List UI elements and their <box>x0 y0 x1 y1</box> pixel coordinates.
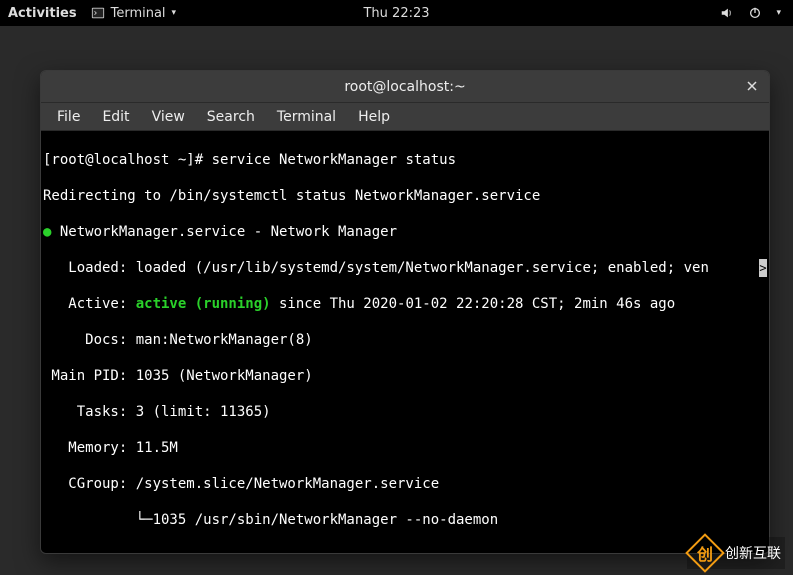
menu-view[interactable]: View <box>142 106 195 128</box>
menu-edit[interactable]: Edit <box>92 106 139 128</box>
output-line: Docs: man:NetworkManager(8) <box>43 331 767 349</box>
output-line: Main PID: 1035 (NetworkManager) <box>43 367 767 385</box>
output-line: since Thu 2020-01-02 22:20:28 CST; 2min … <box>271 296 676 312</box>
output-line: Redirecting to /bin/systemctl status Net… <box>43 187 767 205</box>
output-line: NetworkManager.service - Network Manager <box>60 224 397 240</box>
menu-help[interactable]: Help <box>348 106 400 128</box>
shell-prompt: [root@localhost ~]# <box>43 152 212 168</box>
active-status: active (running) <box>136 296 271 312</box>
output-line <box>43 547 767 554</box>
status-dot-icon: ● <box>43 224 60 240</box>
window-titlebar[interactable]: root@localhost:~ <box>41 71 769 103</box>
terminal-output[interactable]: [root@localhost ~]# service NetworkManag… <box>41 131 769 553</box>
terminal-window: root@localhost:~ File Edit View Search T… <box>40 70 770 554</box>
app-menu[interactable]: Terminal ▾ <box>91 6 176 21</box>
menubar: File Edit View Search Terminal Help <box>41 103 769 131</box>
terminal-icon <box>91 6 105 20</box>
menu-file[interactable]: File <box>47 106 90 128</box>
chevron-down-icon: ▾ <box>172 8 177 18</box>
clock[interactable]: Thu 22:23 <box>363 6 429 21</box>
watermark-logo: 创 创新互联 <box>687 537 785 569</box>
logo-mark-icon: 创 <box>685 533 725 573</box>
window-title: root@localhost:~ <box>344 79 465 95</box>
output-line: Tasks: 3 (limit: 11365) <box>43 403 767 421</box>
output-line: Memory: 11.5M <box>43 439 767 457</box>
menu-search[interactable]: Search <box>197 106 265 128</box>
logo-text: 创新互联 <box>725 543 781 563</box>
close-button[interactable] <box>741 75 763 97</box>
output-line: CGroup: /system.slice/NetworkManager.ser… <box>43 475 767 493</box>
output-line: Active: <box>43 296 136 312</box>
gnome-topbar: Activities Terminal ▾ Thu 22:23 ▾ <box>0 0 793 26</box>
chevron-down-icon[interactable]: ▾ <box>776 8 781 18</box>
volume-icon[interactable] <box>720 6 734 20</box>
line-overflow-indicator: > <box>759 259 767 277</box>
output-line: └─1035 /usr/sbin/NetworkManager --no-dae… <box>43 511 767 529</box>
output-line: Loaded: loaded (/usr/lib/systemd/system/… <box>43 260 709 276</box>
power-icon[interactable] <box>748 6 762 20</box>
command-text: service NetworkManager status <box>212 152 456 168</box>
app-menu-label: Terminal <box>111 6 166 21</box>
activities-button[interactable]: Activities <box>8 6 77 21</box>
menu-terminal[interactable]: Terminal <box>267 106 346 128</box>
